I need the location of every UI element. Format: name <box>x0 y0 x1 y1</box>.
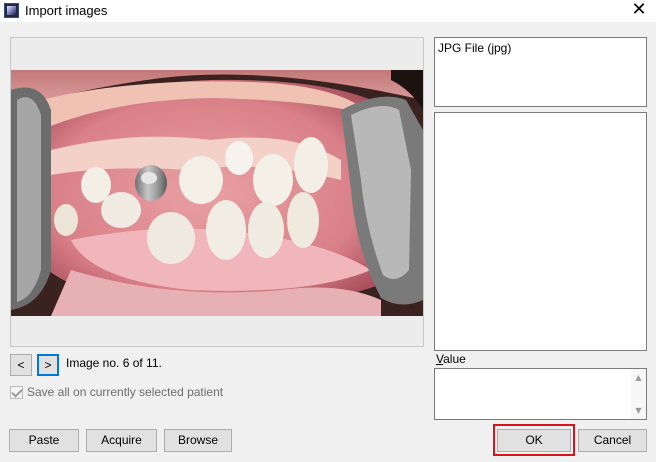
app-logo-icon <box>4 3 19 18</box>
next-image-button[interactable]: > <box>37 354 59 376</box>
browse-button[interactable]: Browse <box>164 429 232 452</box>
dental-photo-preview <box>11 70 423 316</box>
image-preview-frame <box>10 37 424 347</box>
save-all-label: Save all on currently selected patient <box>27 385 224 399</box>
value-field[interactable]: ▲ ▼ <box>434 368 647 420</box>
window-title: Import images <box>25 3 108 18</box>
list-item[interactable]: JPG File (jpg) <box>438 41 511 55</box>
save-all-checkbox <box>10 385 23 399</box>
image-counter: Image no. 6 of 11. <box>66 356 162 370</box>
cancel-button[interactable]: Cancel <box>578 429 647 452</box>
value-label: Value <box>436 352 466 366</box>
scroll-down-icon[interactable]: ▼ <box>634 406 643 415</box>
title-bar: Import images ✕ <box>0 0 656 22</box>
file-type-list[interactable]: JPG File (jpg) <box>434 37 647 107</box>
save-all-option: Save all on currently selected patient <box>10 385 223 399</box>
close-icon[interactable]: ✕ <box>628 0 650 22</box>
image-properties-panel <box>434 112 647 351</box>
paste-button[interactable]: Paste <box>9 429 79 452</box>
previous-image-button[interactable]: < <box>10 354 32 376</box>
value-scrollbar[interactable]: ▲ ▼ <box>631 369 646 419</box>
scroll-up-icon[interactable]: ▲ <box>634 373 643 382</box>
acquire-button[interactable]: Acquire <box>86 429 157 452</box>
ok-highlight-box <box>493 424 575 456</box>
